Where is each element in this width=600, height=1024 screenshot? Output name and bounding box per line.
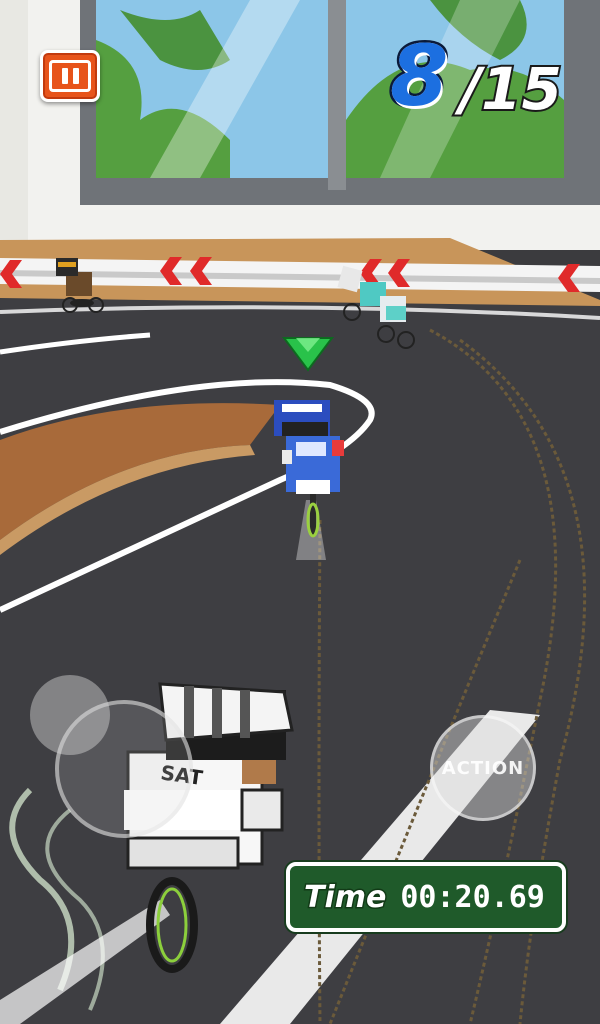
action-button-label: ACTION [441, 757, 525, 779]
rank-total-racers: /15 [458, 53, 564, 125]
rank-position-number: 8 [387, 25, 450, 128]
pause-icon [49, 60, 91, 92]
pause-button[interactable] [40, 50, 100, 102]
time-value: 00:20.69 [400, 879, 545, 915]
time-label: Time [302, 878, 387, 916]
action-button[interactable]: ACTION [430, 715, 536, 821]
race-position: 8 /15 [384, 25, 574, 128]
race-timer: Time 00:20.69 [286, 862, 566, 932]
joystick-knob[interactable] [30, 675, 110, 755]
